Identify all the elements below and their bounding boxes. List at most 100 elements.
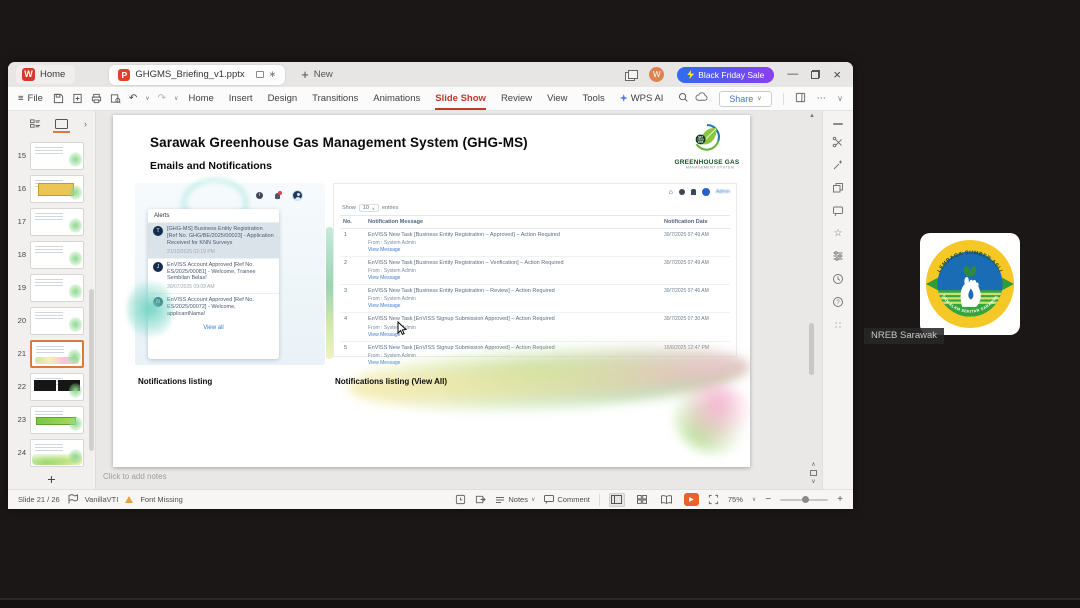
expand-panel-icon[interactable]: › xyxy=(84,119,87,129)
slide-thumbnail-21-selected[interactable]: 21 xyxy=(8,339,95,368)
minimize-button[interactable]: — xyxy=(787,69,798,80)
view-message-link: View Message xyxy=(368,303,401,310)
tab-design[interactable]: Design xyxy=(268,93,298,104)
export-slide-icon[interactable] xyxy=(475,494,487,505)
alerts-screenshot: i Alerts T [GHG-MS] Business Entity Regi… xyxy=(135,183,325,365)
design-wand-icon[interactable] xyxy=(832,159,844,171)
wps-home-tab[interactable]: W Home xyxy=(16,65,76,84)
zoom-slider[interactable] xyxy=(780,496,829,503)
hamburger-icon: ≡ xyxy=(18,93,24,104)
scroll-up-arrow[interactable]: ▲ xyxy=(809,113,815,119)
close-button[interactable]: × xyxy=(833,68,841,81)
next-slide-button[interactable]: ∨ xyxy=(811,478,815,485)
outline-view-icon[interactable] xyxy=(30,119,41,129)
notes-toggle[interactable]: Notes ∨ xyxy=(495,495,535,504)
slide-thumbnail-17[interactable]: 17 xyxy=(8,207,95,236)
tab-transitions[interactable]: Transitions xyxy=(312,93,358,104)
settings-sliders-icon[interactable] xyxy=(832,250,844,262)
slide-thumbnail-16[interactable]: 16 xyxy=(8,174,95,203)
comment-button[interactable]: Comment xyxy=(544,495,590,504)
export-pdf-icon[interactable] xyxy=(72,93,83,104)
normal-view-button[interactable] xyxy=(608,492,625,507)
more-options-icon[interactable]: ⋯ xyxy=(817,93,827,104)
collapse-handle-icon[interactable] xyxy=(833,123,843,125)
previous-slide-button[interactable]: ∧ xyxy=(811,461,815,468)
zoom-preset-caret[interactable]: ∨ xyxy=(752,496,756,503)
slide-sorter-view-button[interactable] xyxy=(634,493,650,507)
save-icon[interactable] xyxy=(53,93,64,104)
apps-grid-icon[interactable] xyxy=(832,319,844,331)
fullscreen-icon[interactable] xyxy=(708,494,719,505)
reading-view-button[interactable] xyxy=(659,493,675,507)
black-friday-sale-button[interactable]: Black Friday Sale xyxy=(677,66,775,83)
unsaved-indicator-icon: ∗ xyxy=(268,69,277,79)
new-tab-button[interactable]: + New xyxy=(301,67,333,82)
slideshow-play-button[interactable]: ▶ xyxy=(683,493,699,506)
cloud-sync-icon[interactable] xyxy=(695,92,708,105)
star-favorites-icon[interactable]: ☆ xyxy=(834,228,843,239)
tab-home[interactable]: Home xyxy=(188,93,213,104)
thumbnail-scrollbar[interactable] xyxy=(89,289,94,451)
document-tab[interactable]: P GHGMS_Briefing_v1.pptx ∗ xyxy=(109,64,286,85)
slide-thumbnail-24[interactable]: 24 xyxy=(8,438,95,467)
slide-thumbnail-20[interactable]: 20 xyxy=(8,306,95,335)
add-slide-button[interactable]: + xyxy=(8,471,95,487)
slide-21[interactable]: Sarawak Greenhouse Gas Management System… xyxy=(113,115,750,467)
print-icon[interactable] xyxy=(91,93,102,104)
layout-layers-icon[interactable] xyxy=(832,182,844,194)
slide-nav-icon[interactable] xyxy=(810,470,817,476)
account-avatar[interactable]: W xyxy=(649,67,665,82)
status-bar: Slide 21 / 26 VanillaVTI Font Missing No… xyxy=(8,489,853,509)
undo-button[interactable]: ↶ xyxy=(129,93,137,104)
canvas-scrollbar[interactable] xyxy=(809,323,814,375)
tab-tools[interactable]: Tools xyxy=(583,93,605,104)
logo-name: GREENHOUSE GAS xyxy=(674,159,740,166)
font-missing-warning[interactable]: Font Missing xyxy=(140,495,183,504)
tab-slide-show[interactable]: Slide Show xyxy=(435,93,486,110)
document-title: GHGMS_Briefing_v1.pptx xyxy=(135,69,245,80)
undo-dropdown-caret[interactable]: ∨ xyxy=(145,95,149,102)
divider xyxy=(782,92,784,105)
slide-thumbnail-19[interactable]: 19 xyxy=(8,273,95,302)
restore-button[interactable] xyxy=(811,70,821,79)
slide-indicator[interactable]: Slide 21 / 26 xyxy=(18,495,60,504)
zoom-out-button[interactable]: − xyxy=(765,494,771,505)
ai-sparkle-icon xyxy=(619,94,628,102)
tab-animations[interactable]: Animations xyxy=(373,93,420,104)
zoom-in-button[interactable]: + xyxy=(837,494,843,505)
alert-item: T [GHG-MS] Business Entity Registration … xyxy=(148,223,279,259)
redo-dropdown-caret[interactable]: ∨ xyxy=(174,95,178,102)
zoom-slider-knob[interactable] xyxy=(801,496,809,503)
comment-bubble-icon[interactable] xyxy=(832,205,844,217)
slide-thumbnail-15[interactable]: 15 xyxy=(8,141,95,170)
tab-insert[interactable]: Insert xyxy=(229,93,253,104)
print-preview-icon[interactable] xyxy=(110,93,121,104)
tab-wps-ai[interactable]: WPS AI xyxy=(619,93,663,104)
share-button[interactable]: Share ∨ xyxy=(719,90,772,107)
tab-review[interactable]: Review xyxy=(501,93,532,104)
search-icon[interactable] xyxy=(678,92,689,106)
redo-button[interactable]: ↷ xyxy=(158,93,166,104)
help-icon[interactable]: ? xyxy=(832,296,844,308)
slide-view-icon[interactable] xyxy=(53,119,70,133)
zoom-level[interactable]: 75% xyxy=(728,495,743,504)
slide-thumbnail-18[interactable]: 18 xyxy=(8,240,95,269)
slide-thumbnail-23[interactable]: 23 xyxy=(8,405,95,434)
participant-video-tile[interactable]: LEMBAGA SUMBER ASLI DAN ALAM SEKITAR SAR… xyxy=(920,233,1020,335)
editing-canvas[interactable]: Sarawak Greenhouse Gas Management System… xyxy=(96,111,822,489)
collapse-ribbon-icon[interactable]: ∨ xyxy=(837,94,843,103)
tab-preview-icon[interactable] xyxy=(255,71,264,78)
tab-view[interactable]: View xyxy=(547,93,567,104)
tab-dock-icon[interactable] xyxy=(625,69,639,81)
file-menu[interactable]: ≡ File xyxy=(8,93,53,104)
task-window-icon[interactable] xyxy=(455,494,466,505)
alert-time: 21/10/2025 02:19 PM xyxy=(167,248,215,255)
history-clock-icon[interactable] xyxy=(832,273,844,285)
theme-name[interactable]: VanillaVTI xyxy=(85,495,119,504)
notes-placeholder[interactable]: Click to add notes xyxy=(103,472,167,481)
smart-tools-icon[interactable] xyxy=(832,136,844,148)
alert-text: [GHG-MS] Business Entity Registration [R… xyxy=(167,226,274,246)
logo-tagline: MANAGEMENT SYSTEM xyxy=(685,166,735,170)
task-pane-icon[interactable] xyxy=(795,92,806,106)
slide-thumbnail-22[interactable]: 22 xyxy=(8,372,95,401)
